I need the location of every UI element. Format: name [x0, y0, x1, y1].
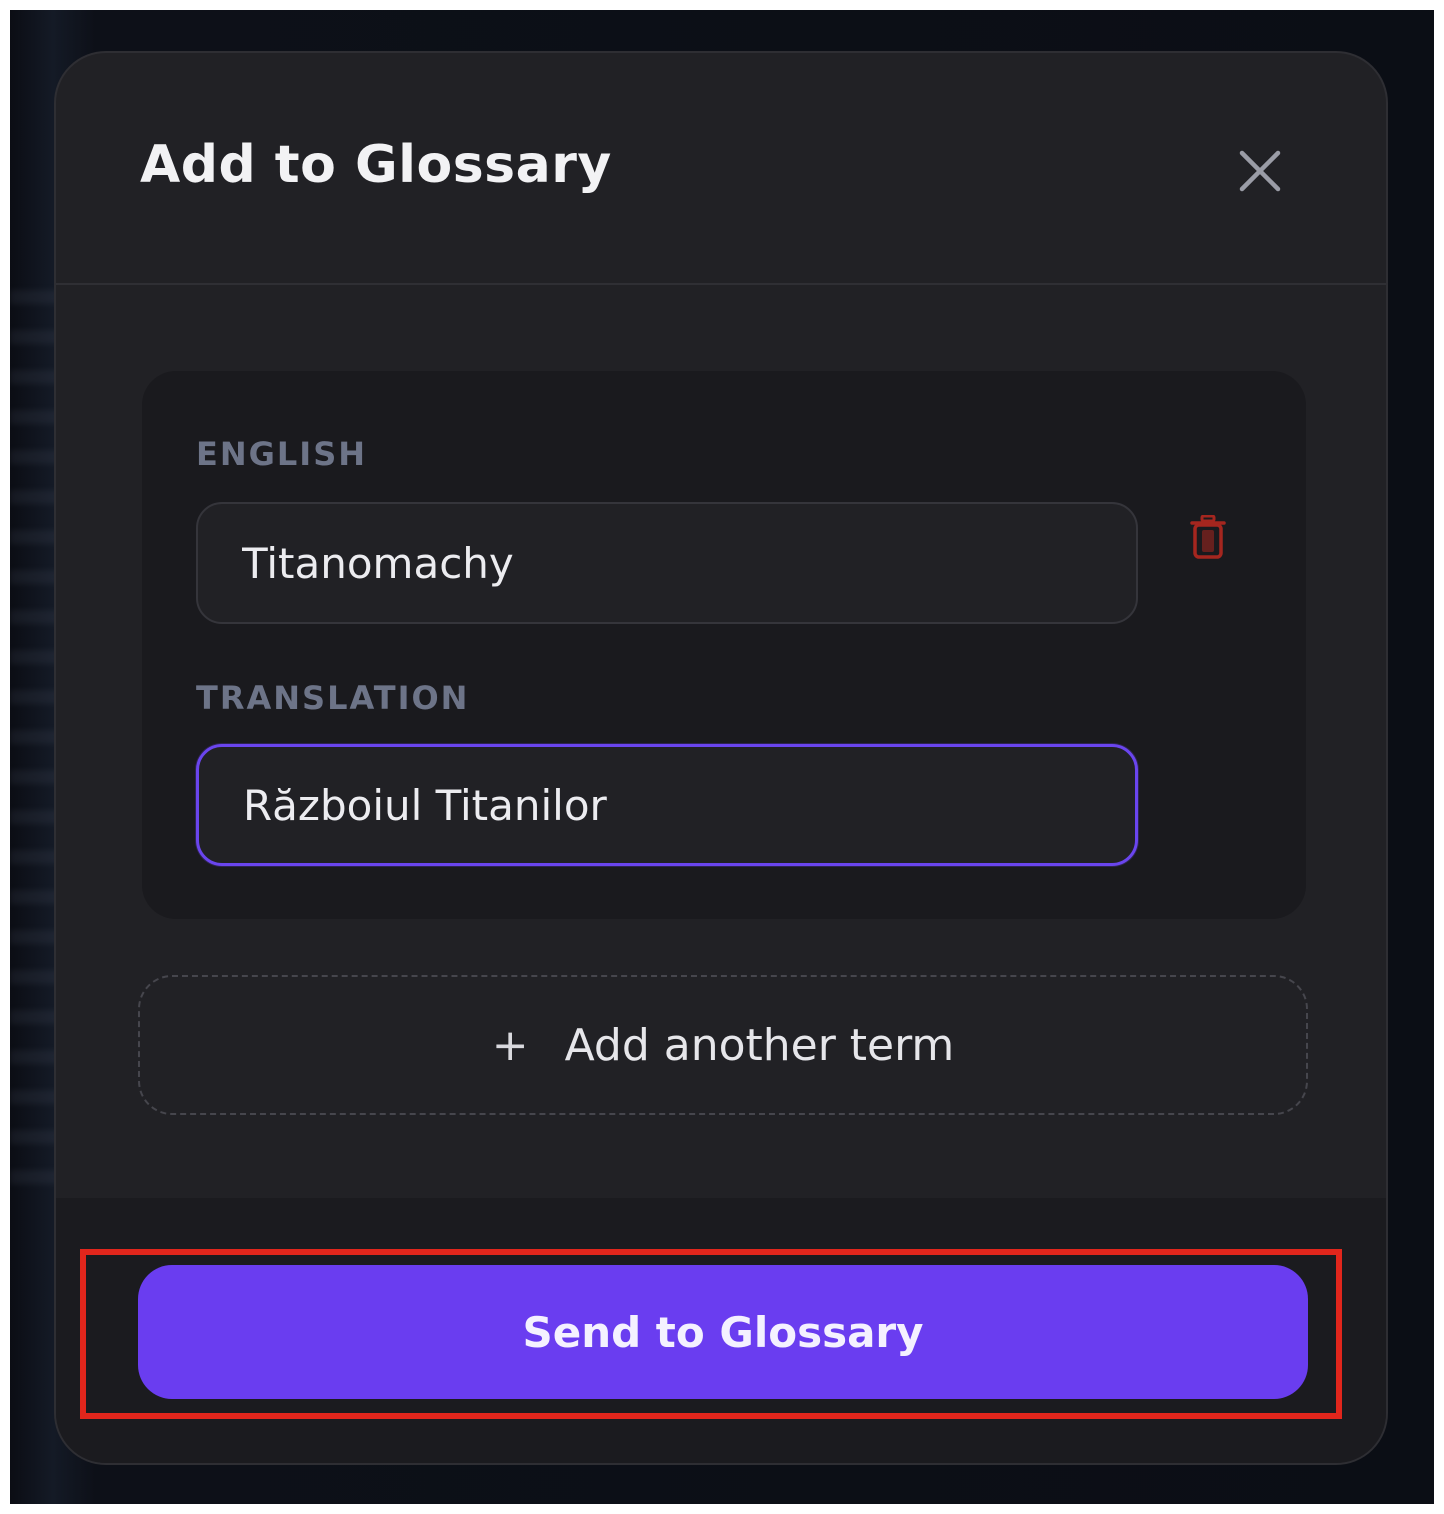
plus-icon: +	[491, 1019, 529, 1071]
add-another-term-button[interactable]: + Add another term	[138, 975, 1308, 1115]
translation-input[interactable]	[196, 744, 1138, 866]
add-another-term-label: Add another term	[564, 1019, 955, 1071]
dialog-title: Add to Glossary	[140, 135, 612, 195]
trash-icon	[1190, 515, 1226, 559]
english-label: ENGLISH	[196, 435, 368, 473]
app-background: Add to Glossary ENGLISH TRANSLATION	[10, 10, 1434, 1504]
send-to-glossary-button[interactable]: Send to Glossary	[138, 1265, 1308, 1399]
translation-label: TRANSLATION	[196, 679, 470, 717]
delete-term-button[interactable]	[1178, 507, 1238, 567]
add-to-glossary-dialog: Add to Glossary ENGLISH TRANSLATION	[54, 51, 1388, 1465]
english-input[interactable]	[196, 502, 1138, 624]
glossary-term-card: ENGLISH TRANSLATION	[142, 371, 1306, 919]
close-button[interactable]	[1232, 143, 1288, 199]
close-icon	[1239, 150, 1281, 192]
dialog-header: Add to Glossary	[56, 53, 1386, 285]
